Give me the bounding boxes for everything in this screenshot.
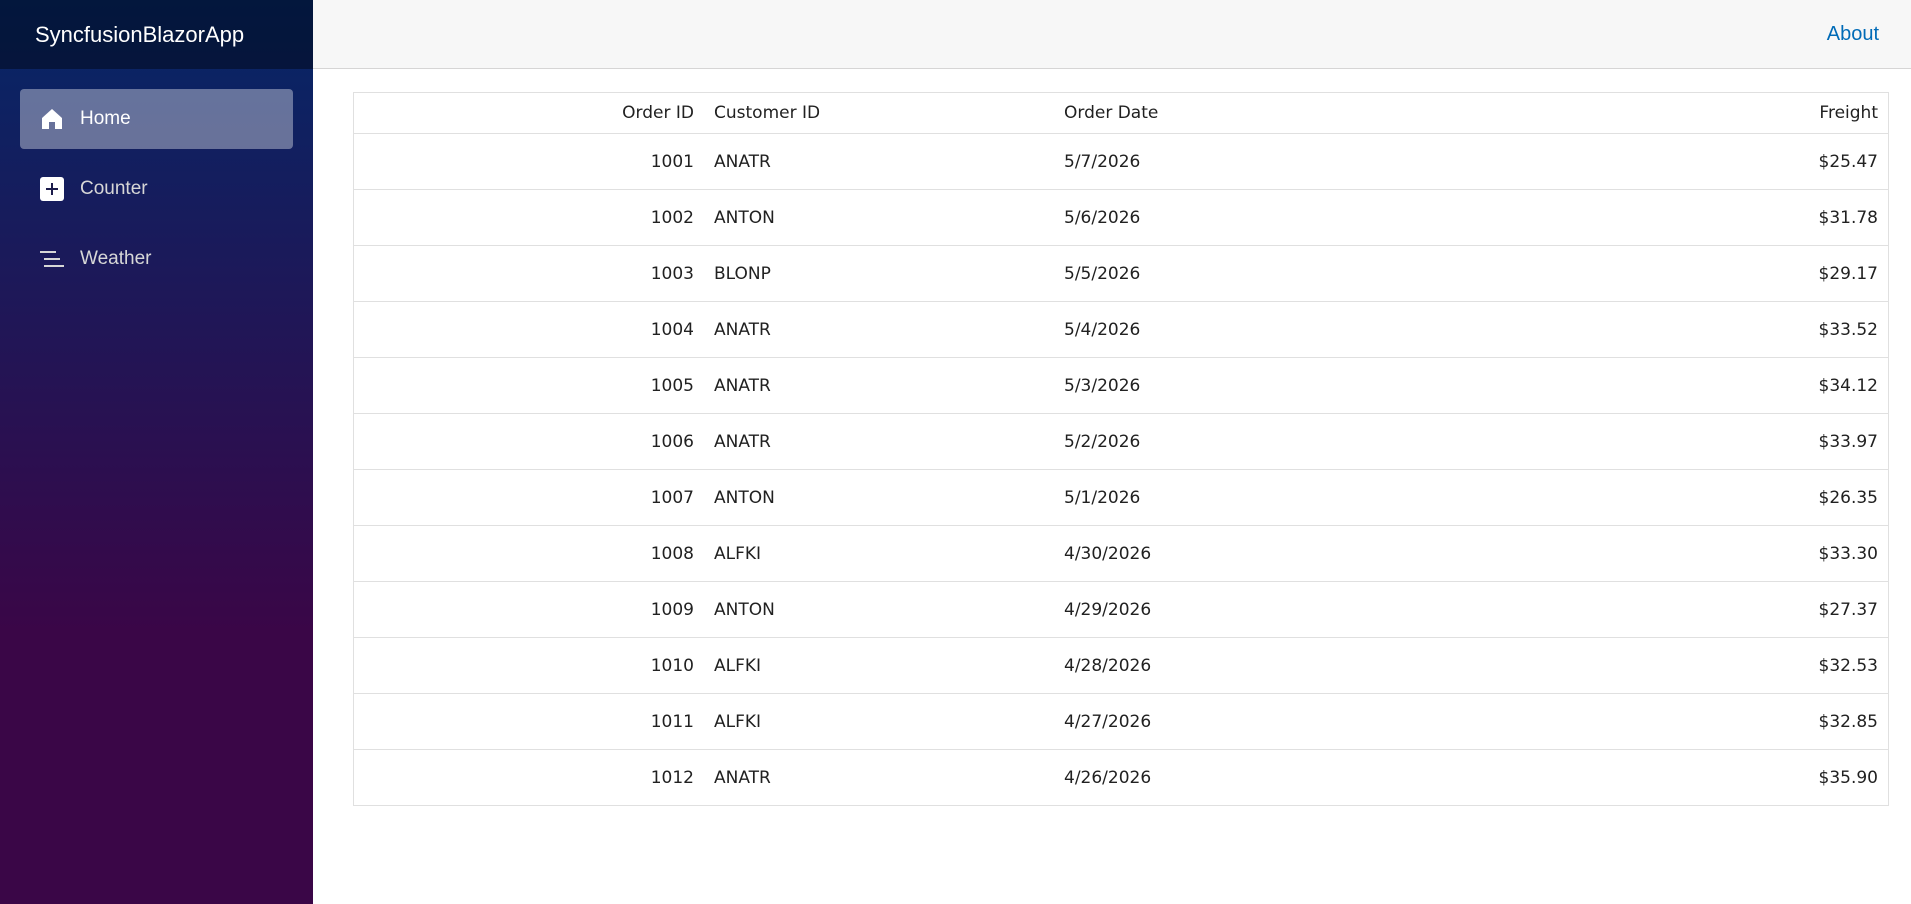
cell-freight: $32.85 — [1404, 693, 1889, 750]
sidebar-item-label: Home — [80, 108, 131, 129]
cell-order-date: 4/29/2026 — [1054, 581, 1404, 638]
cell-freight: $27.37 — [1404, 581, 1889, 638]
header-order-date[interactable]: Order Date — [1054, 92, 1404, 134]
cell-customer-id: ANATR — [704, 413, 1054, 470]
table-row[interactable]: 1012 ANATR 4/26/2026 $35.90 — [354, 750, 1889, 806]
cell-freight: $29.17 — [1404, 245, 1889, 302]
cell-order-id: 1012 — [650, 767, 694, 788]
sidebar-item-label: Weather — [80, 248, 152, 269]
cell-freight: $33.30 — [1404, 525, 1889, 582]
cell-customer-id: ANATR — [704, 301, 1054, 358]
cell-customer-id: ALFKI — [704, 525, 1054, 582]
cell-customer-id: ANTON — [704, 581, 1054, 638]
cell-order-date: 5/2/2026 — [1054, 413, 1404, 470]
cell-order-date: 5/6/2026 — [1054, 189, 1404, 246]
cell-order-date: 5/7/2026 — [1054, 133, 1404, 190]
cell-order-date: 4/27/2026 — [1054, 693, 1404, 750]
table-row[interactable]: 1003 BLONP 5/5/2026 $29.17 — [353, 245, 1889, 302]
header-freight[interactable]: Freight — [1404, 92, 1889, 134]
list-lines-icon — [40, 247, 64, 271]
cell-freight: $35.90 — [1818, 767, 1878, 788]
sidebar-item-label: Counter — [80, 178, 148, 199]
sidebar-item-weather[interactable]: Weather — [20, 229, 293, 289]
cell-order-id: 1007 — [353, 469, 704, 526]
cell-order-id: 1008 — [353, 525, 704, 582]
cell-order-date: 4/28/2026 — [1054, 637, 1404, 694]
cell-order-id: 1002 — [353, 189, 704, 246]
cell-order-id: 1003 — [353, 245, 704, 302]
cell-customer-id: ANATR — [714, 767, 771, 788]
table-row[interactable]: 1004 ANATR 5/4/2026 $33.52 — [353, 301, 1889, 358]
cell-order-id: 1001 — [353, 133, 704, 190]
cell-customer-id: ANATR — [704, 357, 1054, 414]
cell-customer-id: ANTON — [704, 469, 1054, 526]
table-row[interactable]: 1011 ALFKI 4/27/2026 $32.85 — [353, 693, 1889, 750]
sidebar-nav: Home Counter Weather — [0, 69, 313, 289]
cell-freight: $32.53 — [1404, 637, 1889, 694]
table-row[interactable]: 1008 ALFKI 4/30/2026 $33.30 — [353, 525, 1889, 582]
cell-freight: $33.97 — [1404, 413, 1889, 470]
grid-header-row: Order ID Customer ID Order Date Freight — [353, 92, 1889, 134]
table-row[interactable]: 1002 ANTON 5/6/2026 $31.78 — [353, 189, 1889, 246]
cell-order-date: 5/5/2026 — [1054, 245, 1404, 302]
cell-freight: $31.78 — [1404, 189, 1889, 246]
grid-body: 1001 ANATR 5/7/2026 $25.47 1002 ANTON 5/6/2026… — [353, 133, 1889, 806]
table-row[interactable]: 1005 ANATR 5/3/2026 $34.12 — [353, 357, 1889, 414]
about-link[interactable]: About — [1827, 23, 1879, 46]
app-root: SyncfusionBlazorApp Home Counter Weather… — [0, 0, 1911, 904]
sidebar-item-home[interactable]: Home — [20, 89, 293, 149]
header-order-id[interactable]: Order ID — [353, 92, 704, 134]
top-row: About — [313, 0, 1911, 69]
cell-customer-id: BLONP — [704, 245, 1054, 302]
cell-customer-id: ALFKI — [704, 693, 1054, 750]
table-row[interactable]: 1006 ANATR 5/2/2026 $33.97 — [353, 413, 1889, 470]
cell-order-date: 5/1/2026 — [1054, 469, 1404, 526]
header-customer-id[interactable]: Customer ID — [704, 92, 1054, 134]
table-row[interactable]: 1007 ANTON 5/1/2026 $26.35 — [353, 469, 1889, 526]
plus-square-icon — [40, 177, 64, 201]
cell-order-date: 4/26/2026 — [1064, 767, 1152, 788]
sidebar-item-counter[interactable]: Counter — [20, 159, 293, 219]
table-row[interactable]: 1001 ANATR 5/7/2026 $25.47 — [353, 133, 1889, 190]
cell-order-id: 1010 — [353, 637, 704, 694]
cell-order-id: 1011 — [353, 693, 704, 750]
cell-freight: $34.12 — [1404, 357, 1889, 414]
cell-customer-id: ANATR — [704, 133, 1054, 190]
cell-order-id: 1009 — [353, 581, 704, 638]
cell-order-id: 1004 — [353, 301, 704, 358]
cell-freight: $26.35 — [1404, 469, 1889, 526]
cell-customer-id: ALFKI — [704, 637, 1054, 694]
cell-order-id: 1006 — [353, 413, 704, 470]
cell-freight: $25.47 — [1404, 133, 1889, 190]
brand-bar: SyncfusionBlazorApp — [0, 0, 313, 69]
cell-customer-id: ANTON — [704, 189, 1054, 246]
sidebar: SyncfusionBlazorApp Home Counter Weather — [0, 0, 313, 904]
table-row[interactable]: 1009 ANTON 4/29/2026 $27.37 — [353, 581, 1889, 638]
content: Order ID Customer ID Order Date Freight … — [313, 69, 1911, 806]
cell-order-date: 5/4/2026 — [1054, 301, 1404, 358]
main-area: About Order ID Customer ID Order Date Fr… — [313, 0, 1911, 904]
orders-grid: Order ID Customer ID Order Date Freight … — [353, 92, 1889, 806]
cell-order-date: 4/30/2026 — [1054, 525, 1404, 582]
home-icon — [40, 107, 64, 131]
brand-link[interactable]: SyncfusionBlazorApp — [35, 22, 244, 48]
cell-freight: $33.52 — [1404, 301, 1889, 358]
cell-order-id: 1005 — [353, 357, 704, 414]
cell-order-date: 5/3/2026 — [1054, 357, 1404, 414]
table-row[interactable]: 1010 ALFKI 4/28/2026 $32.53 — [353, 637, 1889, 694]
